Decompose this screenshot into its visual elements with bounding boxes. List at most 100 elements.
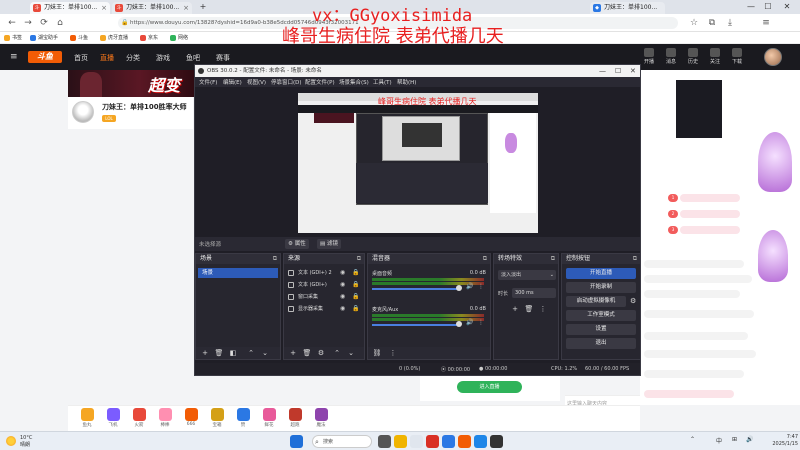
more-options-icon[interactable]: ⋮: [388, 348, 398, 358]
browser-tab[interactable]: 斗 刀妹王：单排100... ×: [112, 2, 192, 14]
file-explorer-icon[interactable]: [394, 435, 407, 448]
download-app-button[interactable]: 下载: [728, 48, 746, 65]
remove-source-icon[interactable]: 🗑: [302, 348, 312, 358]
browser-taskbar-icon[interactable]: [442, 435, 455, 448]
nav-games[interactable]: 游戏: [156, 53, 170, 63]
douyu-logo[interactable]: 斗鱼: [28, 51, 62, 63]
minimize-icon[interactable]: —: [744, 1, 758, 13]
task-view-icon[interactable]: [378, 435, 391, 448]
lock-icon[interactable]: 🔒: [352, 304, 359, 314]
gift-item[interactable]: 超跑: [284, 408, 306, 428]
gift-item[interactable]: 魔法: [310, 408, 332, 428]
undock-icon[interactable]: ⧉: [551, 254, 555, 264]
add-source-icon[interactable]: +: [288, 348, 298, 358]
undock-icon[interactable]: ⧉: [273, 254, 277, 264]
speaker-icon[interactable]: 🔊: [466, 283, 473, 290]
gift-item[interactable]: 宝箱: [206, 408, 228, 428]
nav-home[interactable]: 首页: [74, 53, 88, 63]
move-up-icon[interactable]: ⌃: [246, 348, 256, 358]
obs-minimize-icon[interactable]: —: [599, 65, 606, 77]
transition-type-select[interactable]: 淡入淡出 ⌄: [498, 270, 556, 280]
source-row[interactable]: 文本 (GDI+) 2 ◉ 🔒: [286, 268, 364, 278]
obs-preview[interactable]: 峰哥生病住院 表弟代播几天: [298, 93, 538, 233]
bookmark-item[interactable]: 京东: [140, 34, 158, 42]
scene-filter-icon[interactable]: ◧: [228, 348, 238, 358]
menu-tools[interactable]: 工具(T): [373, 78, 392, 86]
star-icon[interactable]: ☆: [688, 17, 700, 29]
maximize-icon[interactable]: ☐: [761, 1, 775, 13]
menu-view[interactable]: 视图(V): [247, 78, 266, 86]
gift-item[interactable]: 鱼丸: [76, 408, 98, 428]
properties-button[interactable]: ⚙ 属性: [285, 239, 309, 249]
app-icon[interactable]: [426, 435, 439, 448]
menu-file[interactable]: 文件(F): [199, 78, 217, 86]
input-language[interactable]: 中: [716, 436, 722, 445]
settings-button[interactable]: 设置: [566, 324, 636, 335]
bookmark-item[interactable]: 斗鱼: [70, 34, 88, 42]
new-tab-icon[interactable]: +: [196, 1, 210, 13]
menu-edit[interactable]: 编辑(E): [223, 78, 242, 86]
forward-icon[interactable]: →: [22, 17, 34, 29]
visibility-eye-icon[interactable]: ◉: [340, 268, 345, 278]
game-tag[interactable]: LOL: [102, 115, 116, 122]
obs-taskbar-icon[interactable]: [490, 435, 503, 448]
edge-taskbar-icon[interactable]: [474, 435, 487, 448]
undock-icon[interactable]: ⧉: [483, 254, 487, 264]
start-virtual-camera-button[interactable]: 启动虚拟摄像机: [566, 296, 626, 307]
volume-slider-handle[interactable]: [456, 285, 462, 291]
enter-live-button[interactable]: 进入直播: [457, 381, 522, 393]
menu-icon[interactable]: ≡: [760, 17, 772, 29]
network-icon[interactable]: ⊞: [732, 436, 737, 443]
close-tab-icon[interactable]: ×: [183, 2, 189, 14]
browser-tab-right[interactable]: ◆ 刀妹王：单排100...: [590, 2, 665, 14]
history-button[interactable]: 历史: [684, 48, 702, 65]
more-options-icon[interactable]: ⋮: [478, 283, 484, 290]
widgets-icon[interactable]: [410, 435, 423, 448]
obs-close-icon[interactable]: ✕: [630, 65, 636, 77]
volume-slider[interactable]: [372, 288, 460, 290]
source-row[interactable]: 显示器采集 ◉ 🔒: [286, 304, 364, 314]
duration-input[interactable]: 300 ms: [512, 288, 556, 298]
douyu-taskbar-icon[interactable]: [458, 435, 471, 448]
undock-icon[interactable]: ⧉: [357, 254, 361, 264]
gift-item[interactable]: 飞机: [102, 408, 124, 428]
lock-icon[interactable]: 🔒: [352, 280, 359, 290]
gift-item[interactable]: 赞: [232, 408, 254, 428]
back-icon[interactable]: ←: [6, 17, 18, 29]
bookmark-item[interactable]: 网络: [170, 34, 188, 42]
activity-badge-top[interactable]: [758, 132, 792, 192]
menu-help[interactable]: 帮助(H): [397, 78, 416, 86]
undock-icon[interactable]: ⧉: [633, 254, 637, 264]
home-icon[interactable]: ⌂: [54, 17, 66, 29]
source-row[interactable]: 文本 (GDI+) ◉ 🔒: [286, 280, 364, 290]
bookmark-item[interactable]: 湖宝助手: [30, 34, 58, 42]
studio-mode-button[interactable]: 工作室模式: [566, 310, 636, 321]
move-down-icon[interactable]: ⌄: [260, 348, 270, 358]
activity-badge-bottom[interactable]: [758, 230, 788, 282]
start-recording-button[interactable]: 开始录制: [566, 282, 636, 293]
extensions-icon[interactable]: ⧉: [706, 17, 718, 29]
close-tab-icon[interactable]: ×: [101, 2, 107, 14]
gift-item[interactable]: 棒棒: [154, 408, 176, 428]
nav-events[interactable]: 赛事: [216, 53, 230, 63]
weather-widget[interactable]: 10°C 晴朗: [6, 435, 32, 448]
browser-tab-active[interactable]: 斗 刀妹王：单排100... ×: [30, 2, 110, 14]
link-icon[interactable]: ⛓: [372, 348, 382, 358]
go-live-button[interactable]: 开播: [640, 48, 658, 65]
close-window-icon[interactable]: ✕: [780, 1, 794, 13]
speaker-icon[interactable]: 🔊: [466, 319, 473, 326]
menu-profile[interactable]: 配置文件(P): [305, 78, 335, 86]
source-settings-icon[interactable]: ⚙: [316, 348, 326, 358]
system-clock[interactable]: 7:47 2025/1/15: [772, 434, 798, 448]
visibility-eye-icon[interactable]: ◉: [340, 280, 345, 290]
remove-scene-icon[interactable]: 🗑: [214, 348, 224, 358]
add-transition-icon[interactable]: +: [510, 304, 520, 314]
obs-maximize-icon[interactable]: ☐: [615, 65, 621, 77]
more-options-icon[interactable]: ⋮: [538, 304, 548, 314]
gift-item[interactable]: 鲜花: [258, 408, 280, 428]
bookmark-item[interactable]: 虎牙直播: [100, 34, 128, 42]
tray-overflow-icon[interactable]: ⌃: [690, 436, 695, 443]
messages-button[interactable]: 消息: [662, 48, 680, 65]
reload-icon[interactable]: ⟳: [38, 17, 50, 29]
volume-slider[interactable]: [372, 324, 460, 326]
